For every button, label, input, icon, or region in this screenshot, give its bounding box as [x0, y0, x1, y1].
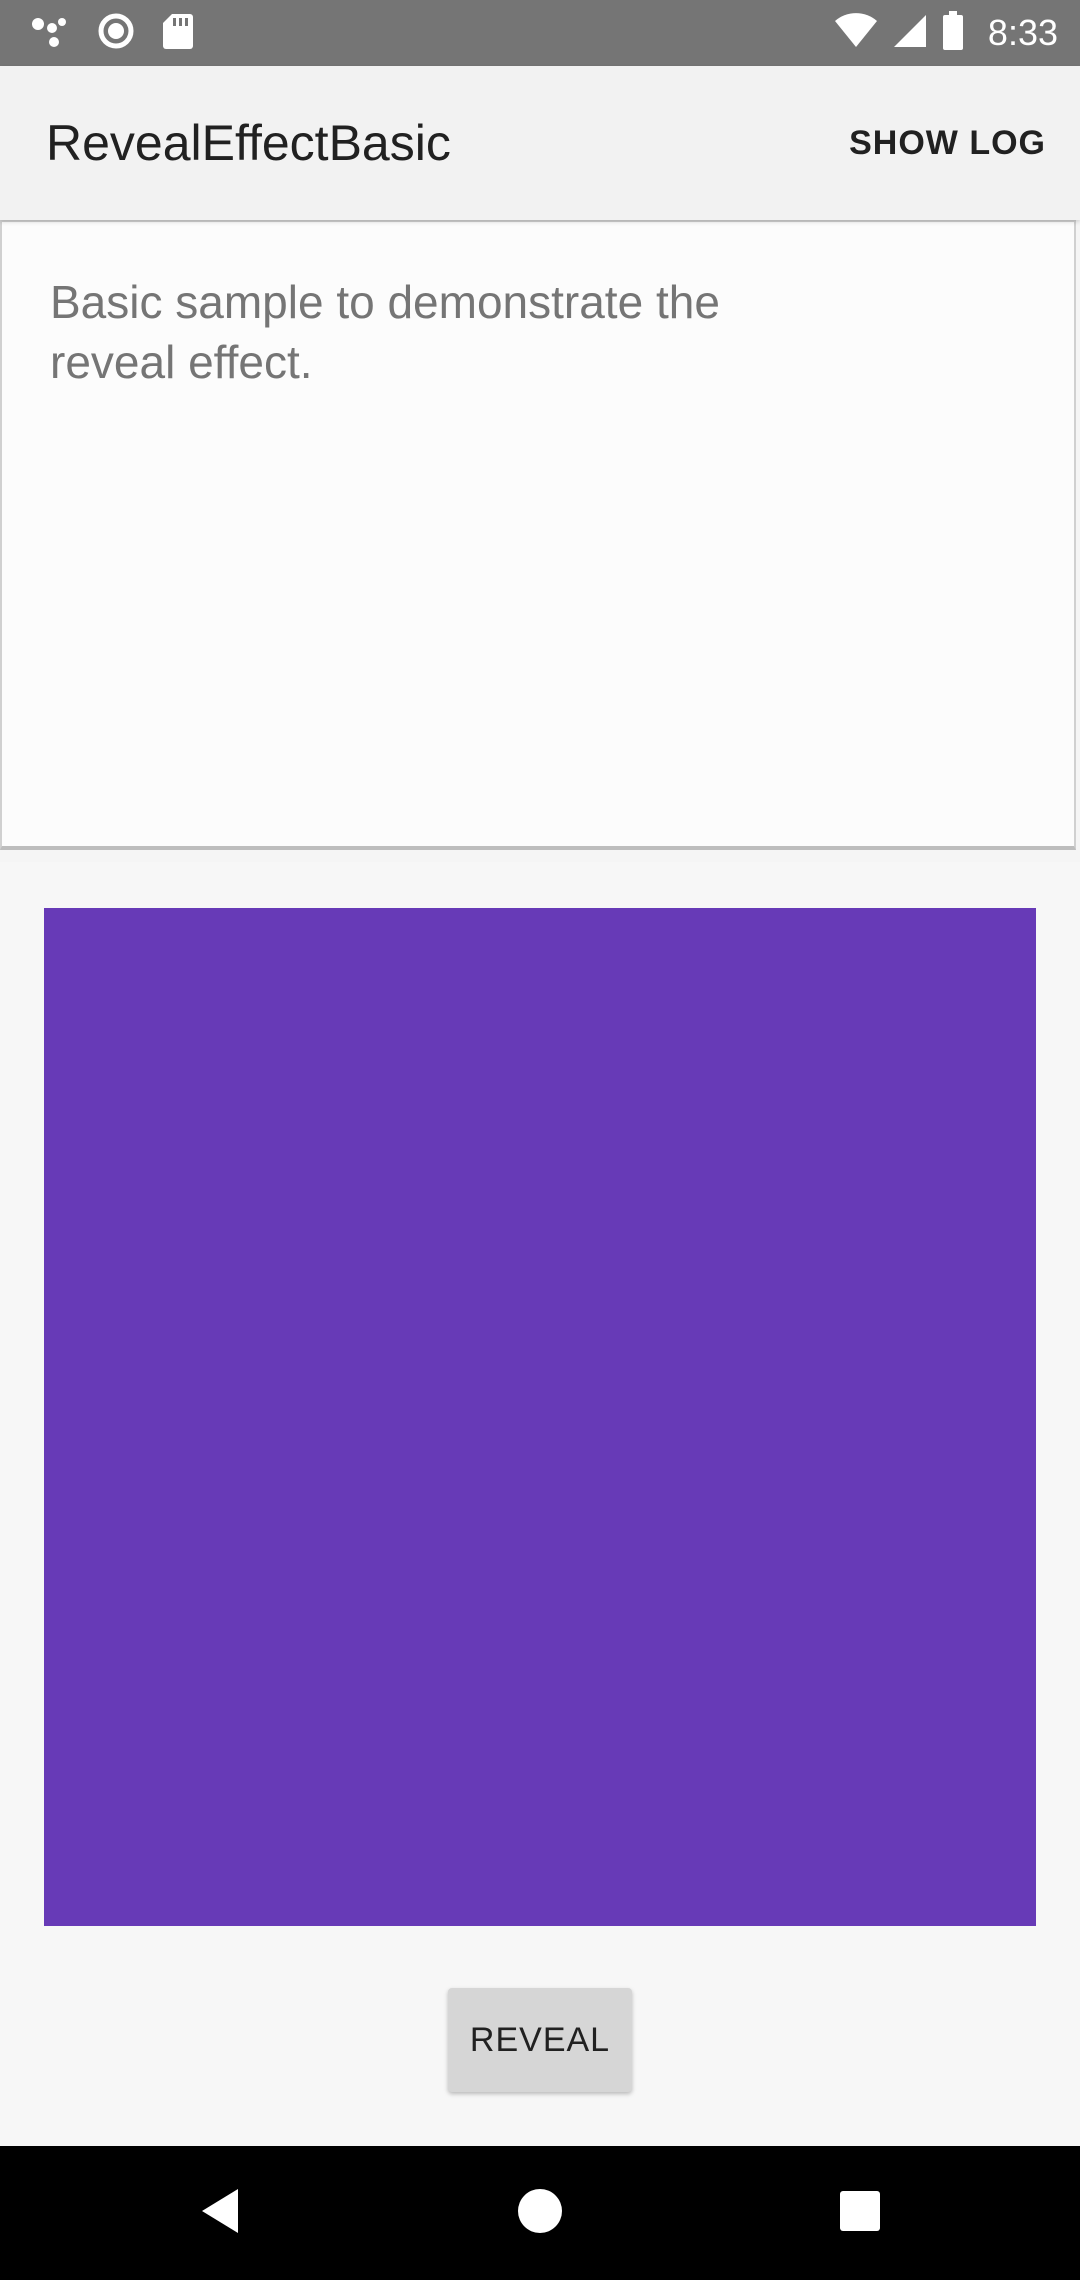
status-left-icons: [30, 0, 194, 66]
status-bar: 8:33: [0, 0, 1080, 66]
cell-signal-icon: [892, 13, 928, 54]
recents-icon: [838, 2189, 882, 2238]
back-icon: [198, 2187, 242, 2240]
show-log-button[interactable]: SHOW LOG: [839, 66, 1056, 220]
intro-panel: Basic sample to demonstrate the reveal e…: [0, 220, 1076, 850]
recents-button[interactable]: [800, 2146, 920, 2280]
sd-card-icon: [162, 12, 194, 55]
content-area: REVEAL: [0, 862, 1080, 2146]
status-time: 8:33: [987, 12, 1058, 53]
app-bar: RevealEffectBasic SHOW LOG: [0, 66, 1080, 220]
app-title: RevealEffectBasic: [46, 115, 451, 171]
back-button[interactable]: [160, 2146, 280, 2280]
notification-dots-icon: [30, 14, 70, 53]
status-right-icons: 8:33: [834, 0, 1058, 66]
battery-icon: [942, 10, 964, 56]
intro-text: Basic sample to demonstrate the reveal e…: [50, 276, 720, 388]
wifi-icon: [834, 12, 878, 54]
navigation-bar: [0, 2146, 1080, 2280]
reveal-button[interactable]: REVEAL: [448, 1988, 632, 2092]
home-button[interactable]: [480, 2146, 600, 2280]
reveal-square: [44, 908, 1036, 1926]
circle-status-icon: [96, 11, 136, 56]
home-icon: [516, 2187, 564, 2240]
